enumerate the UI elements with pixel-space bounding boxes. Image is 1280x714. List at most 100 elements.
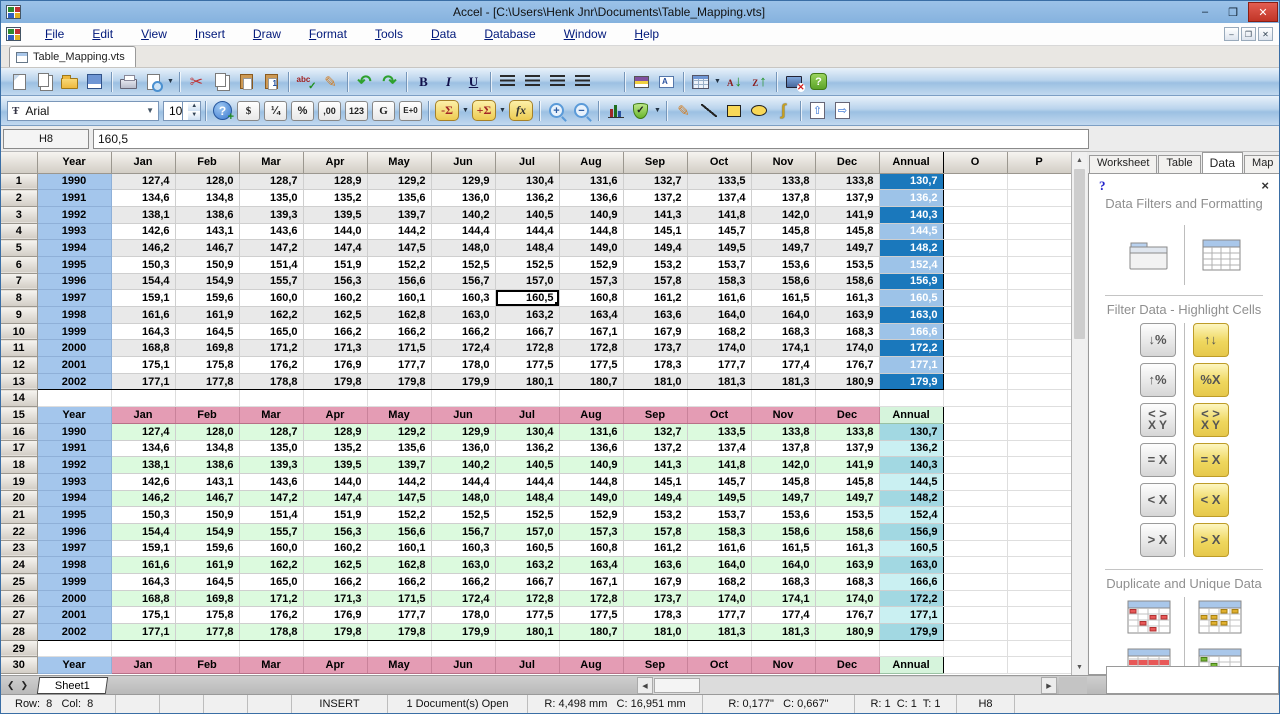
cell-sep-1999[interactable]: 167,9 — [623, 574, 687, 591]
row-header-23[interactable]: 23 — [1, 540, 37, 557]
text-frame-button[interactable] — [655, 70, 678, 93]
cell-may-1998[interactable]: 162,8 — [367, 557, 431, 574]
insert-object-button[interactable] — [630, 70, 653, 93]
cell-nov-1997[interactable]: 161,5 — [751, 290, 815, 307]
filter-equal-button[interactable]: = X — [1140, 443, 1176, 477]
cell-dec-1993[interactable]: 145,8 — [815, 223, 879, 240]
highlight-equal-button[interactable]: = X — [1193, 443, 1229, 477]
table-header-apr[interactable]: Apr — [303, 407, 367, 424]
cell-empty[interactable] — [943, 273, 1007, 290]
cell-empty[interactable] — [943, 256, 1007, 273]
cell-empty[interactable] — [1007, 256, 1071, 273]
cell-empty[interactable] — [303, 390, 367, 407]
cell-dec-1994[interactable]: 149,7 — [815, 240, 879, 257]
cell-year[interactable]: 1991 — [37, 190, 111, 207]
copy-button[interactable] — [210, 70, 233, 93]
cell-jul-1990[interactable]: 130,4 — [495, 423, 559, 440]
menu-file[interactable]: File — [31, 24, 78, 44]
vertical-scroll-thumb[interactable] — [1074, 169, 1085, 339]
cell-empty[interactable] — [943, 373, 1007, 390]
cell-apr-1991[interactable]: 135,2 — [303, 440, 367, 457]
table-header-year[interactable]: Year — [37, 657, 111, 674]
zoom-out-button[interactable]: − — [570, 99, 593, 122]
cell-feb-1990[interactable]: 128,0 — [175, 173, 239, 190]
cell-sep-2001[interactable]: 178,3 — [623, 357, 687, 374]
paste-special-button[interactable] — [260, 70, 283, 93]
column-header-jan[interactable]: Jan — [111, 152, 175, 173]
cell-apr-1995[interactable]: 151,9 — [303, 256, 367, 273]
cell-mar-1996[interactable]: 155,7 — [239, 523, 303, 540]
cell-jul-1994[interactable]: 148,4 — [495, 490, 559, 507]
cell-empty[interactable] — [943, 223, 1007, 240]
cell-jul-1991[interactable]: 136,2 — [495, 190, 559, 207]
cell-may-1997[interactable]: 160,1 — [367, 540, 431, 557]
scientific-format-button[interactable]: E+0 — [398, 99, 423, 122]
cell-oct-2000[interactable]: 174,0 — [687, 590, 751, 607]
cell-jan-2001[interactable]: 175,1 — [111, 357, 175, 374]
cell-mar-1997[interactable]: 160,0 — [239, 290, 303, 307]
cell-empty[interactable] — [1007, 423, 1071, 440]
pencil-tool-button[interactable]: ✎ — [672, 99, 695, 122]
cell-apr-1999[interactable]: 166,2 — [303, 574, 367, 591]
cell-mar-1996[interactable]: 155,7 — [239, 273, 303, 290]
cell-year[interactable]: 1998 — [37, 557, 111, 574]
column-header-dec[interactable]: Dec — [815, 152, 879, 173]
cell-jan-1991[interactable]: 134,6 — [111, 190, 175, 207]
cell-mar-2001[interactable]: 176,2 — [239, 607, 303, 624]
font-size-spinner[interactable]: ▲▼ — [182, 102, 200, 120]
cell-nov-1992[interactable]: 142,0 — [751, 206, 815, 223]
close-document-button[interactable] — [782, 70, 805, 93]
cell-may-1997[interactable]: 160,1 — [367, 290, 431, 307]
column-header-nov[interactable]: Nov — [751, 152, 815, 173]
cell-year[interactable]: 1990 — [37, 423, 111, 440]
percent-format-button[interactable]: % — [290, 99, 315, 122]
cell-feb-1993[interactable]: 143,1 — [175, 473, 239, 490]
cell-mar-2002[interactable]: 178,8 — [239, 373, 303, 390]
cell-year[interactable]: 1993 — [37, 223, 111, 240]
cell-year[interactable]: 2001 — [37, 357, 111, 374]
menu-tools[interactable]: Tools — [361, 24, 417, 44]
cell-dec-1992[interactable]: 141,9 — [815, 206, 879, 223]
cell-aug-1991[interactable]: 136,6 — [559, 190, 623, 207]
table-header-feb[interactable]: Feb — [175, 657, 239, 674]
cell-mar-1998[interactable]: 162,2 — [239, 307, 303, 324]
number-format-button[interactable]: 123 — [344, 99, 369, 122]
insert-table-button[interactable] — [689, 70, 712, 93]
cell-sep-1992[interactable]: 141,3 — [623, 457, 687, 474]
cell-empty[interactable] — [1007, 373, 1071, 390]
cell-year[interactable]: 2002 — [37, 624, 111, 641]
page-up-button[interactable]: ⇧ — [806, 99, 829, 122]
cell-mar-1994[interactable]: 147,2 — [239, 240, 303, 257]
cell-annual-1993[interactable]: 144,5 — [879, 223, 943, 240]
table-header-annual[interactable]: Annual — [879, 407, 943, 424]
maximize-button[interactable]: ❒ — [1220, 3, 1246, 21]
cell-may-2002[interactable]: 179,8 — [367, 373, 431, 390]
cell-may-1990[interactable]: 129,2 — [367, 173, 431, 190]
cell-empty[interactable] — [1007, 357, 1071, 374]
cell-year[interactable]: 2000 — [37, 590, 111, 607]
line-tool-button[interactable] — [697, 99, 720, 122]
row-header-28[interactable]: 28 — [1, 624, 37, 641]
cell-feb-1991[interactable]: 134,8 — [175, 440, 239, 457]
cell-empty[interactable] — [431, 640, 495, 657]
cell-jan-2000[interactable]: 168,8 — [111, 590, 175, 607]
cell-feb-1997[interactable]: 159,6 — [175, 540, 239, 557]
cell-apr-1999[interactable]: 166,2 — [303, 323, 367, 340]
row-header-20[interactable]: 20 — [1, 490, 37, 507]
cell-oct-1999[interactable]: 168,2 — [687, 574, 751, 591]
column-header-may[interactable]: May — [367, 152, 431, 173]
cell-jun-1990[interactable]: 129,9 — [431, 173, 495, 190]
cell-empty[interactable] — [1007, 307, 1071, 324]
cell-sep-1990[interactable]: 132,7 — [623, 173, 687, 190]
cell-empty[interactable] — [367, 640, 431, 657]
cell-annual-2001[interactable]: 177,1 — [879, 607, 943, 624]
cell-dec-2001[interactable]: 176,7 — [815, 607, 879, 624]
cell-feb-1995[interactable]: 150,9 — [175, 507, 239, 524]
cell-annual-1995[interactable]: 152,4 — [879, 256, 943, 273]
table-header-dec[interactable]: Dec — [815, 657, 879, 674]
row-header-6[interactable]: 6 — [1, 256, 37, 273]
cell-dec-1997[interactable]: 161,3 — [815, 290, 879, 307]
cell-jun-1994[interactable]: 148,0 — [431, 490, 495, 507]
cell-apr-1990[interactable]: 128,9 — [303, 173, 367, 190]
autosum-plus-dropdown[interactable]: ▼ — [498, 99, 507, 122]
